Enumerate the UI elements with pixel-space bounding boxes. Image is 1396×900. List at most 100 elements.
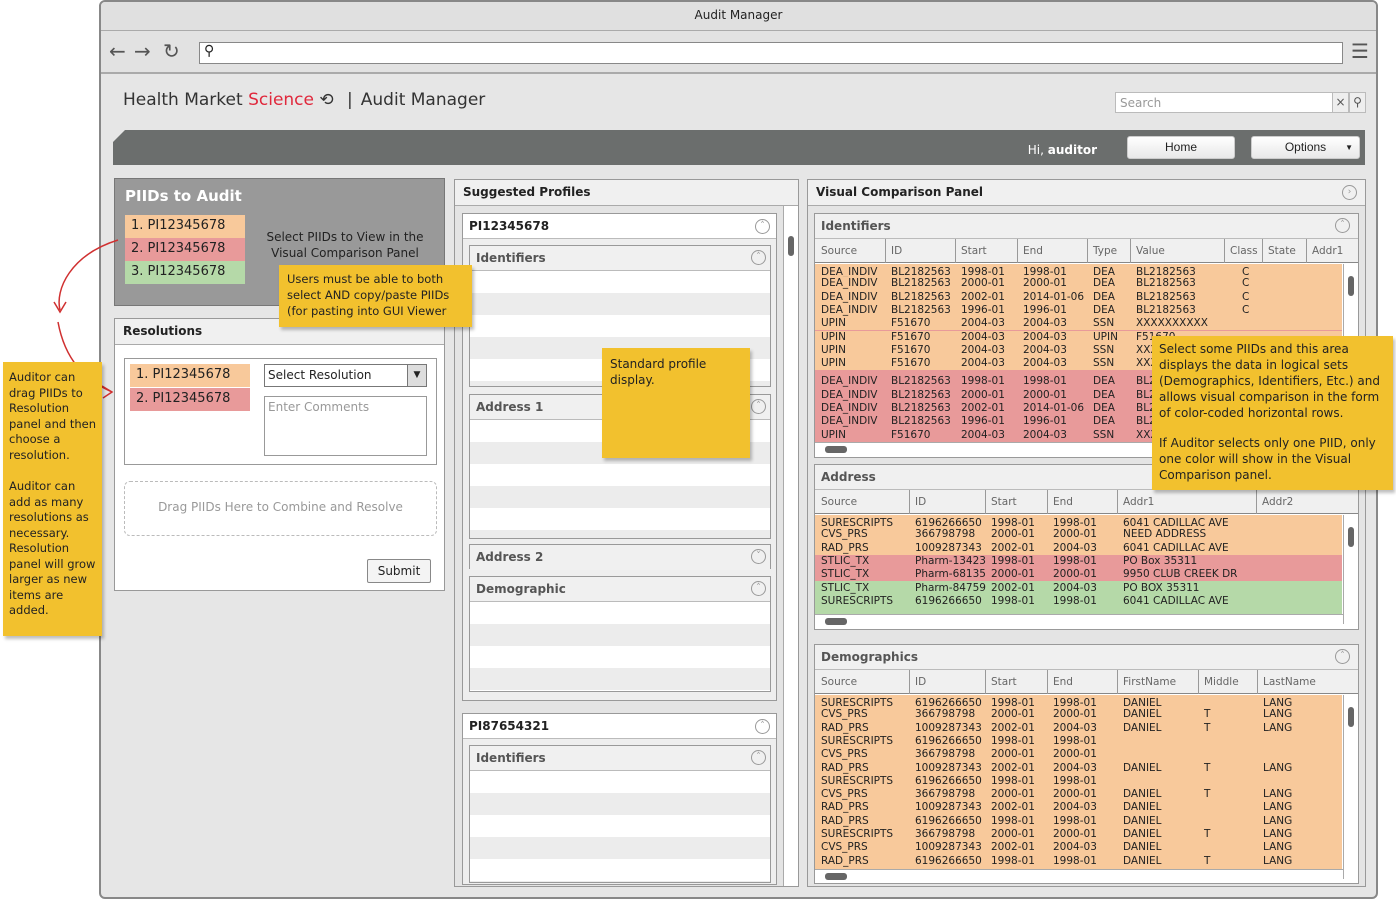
table-row[interactable]: DEA_INDIVBL21825632002-012014-01-06DEABL… [815, 290, 1342, 304]
logo-mark-icon: ⟲ [319, 90, 334, 110]
home-button[interactable]: Home [1127, 136, 1235, 159]
column-header[interactable]: Addr2 [1262, 496, 1293, 508]
column-header[interactable]: Start [961, 245, 987, 257]
piids-title: PIIDs to Audit [125, 187, 242, 205]
vertical-scrollbar[interactable] [783, 206, 798, 886]
table-row[interactable]: CVS_PRS 366798798 2000-01 2000-01 DANIEL T LAN… [815, 708, 1342, 722]
piid-item[interactable]: 3. PI12345678 [125, 261, 245, 284]
table-row[interactable]: CVS_PRS 366798798 2000-01 2000-01 [815, 748, 1342, 762]
browser-toolbar: ← → ↻ ⚲ ☰ [101, 31, 1376, 74]
column-header[interactable]: ID [915, 496, 926, 508]
collapse-icon[interactable]: ˄ [1335, 218, 1350, 233]
table-row[interactable]: SURESCRIPTS 6196266650 1998-01 1998-01 [815, 774, 1342, 789]
submit-button[interactable]: Submit [367, 559, 431, 583]
column-header[interactable]: Addr1 [1123, 496, 1154, 508]
column-header[interactable]: ID [891, 245, 902, 257]
expand-icon: ˅ [751, 549, 766, 564]
suggested-title: Suggested Profiles [455, 180, 798, 206]
column-header[interactable]: Source [821, 496, 857, 508]
greeting: Hi, auditor [1027, 143, 1097, 157]
url-bar[interactable]: ⚲ [199, 42, 1343, 64]
profile-id[interactable]: PI87654321 [463, 714, 776, 739]
column-header[interactable]: LastName [1263, 676, 1316, 688]
table-row[interactable]: STLIC_TX Pharm-13423 1998-01 1998-01 PO Box … [815, 554, 1342, 569]
profile-id[interactable]: PI12345678 [463, 214, 776, 239]
chevron-right-icon[interactable]: › [1342, 185, 1357, 200]
piid-item[interactable]: 1. PI12345678 [125, 215, 245, 238]
column-header[interactable]: End [1053, 496, 1073, 508]
table-row[interactable]: DEA_INDIVBL21825631996-011996-01DEABL218… [815, 303, 1342, 318]
table-row[interactable]: RAD_PRS 6196266650 1998-01 1998-01 DANIEL LAN… [815, 814, 1342, 828]
table-row[interactable]: RAD_PRS 1009287343 2002-01 2004-03 6041 CADI… [815, 541, 1342, 555]
table-row[interactable]: SURESCRIPTS 6196266650 1998-01 1998-01 [815, 734, 1342, 749]
table-body: SURESCRIPTS 6196266650 1998-01 1998-01 DANIE… [815, 695, 1342, 869]
reload-icon[interactable]: ↻ [163, 41, 180, 61]
column-header[interactable]: State [1268, 245, 1296, 257]
table-row[interactable]: RAD_PRS 1009287343 2002-01 2004-03 DANIEL T LA… [815, 761, 1342, 775]
forward-arrow-icon[interactable]: → [134, 41, 151, 61]
column-header[interactable]: Addr1 [1312, 245, 1343, 257]
search-input[interactable]: Search [1115, 92, 1351, 113]
app-logo: Health Market Science ⟲ | Audit Manager [123, 90, 486, 110]
table-row[interactable]: SURESCRIPTS 366798798 2000-01 2000-01 DANIEL… [815, 828, 1342, 842]
collapse-icon: ˄ [751, 250, 766, 265]
app-name: Audit Manager [360, 90, 486, 110]
vertical-scrollbar[interactable] [1343, 515, 1358, 624]
column-header[interactable]: Value [1136, 245, 1165, 257]
table-row[interactable]: RAD_PRS 1009287343 2002-01 2004-03 DANIEL LAN… [815, 801, 1342, 815]
column-header[interactable]: Type [1093, 245, 1117, 257]
column-header[interactable]: End [1053, 676, 1073, 688]
column-header[interactable]: Source [821, 245, 857, 257]
column-header[interactable]: Source [821, 676, 857, 688]
profile-section: Demographic ˄ [469, 576, 771, 692]
table-row[interactable]: CVS_PRS 366798798 2000-01 2000-01 NEED ADDRE… [815, 528, 1342, 542]
horizontal-scrollbar[interactable] [815, 869, 1343, 883]
resolutions-panel: Resolutions 1. PI12345678 2. PI12345678 … [114, 318, 445, 591]
resolution-piid[interactable]: 1. PI12345678 [130, 364, 250, 387]
table-header: Source ID Start End FirstName Middle LastName [815, 670, 1358, 694]
vertical-scrollbar[interactable] [1343, 695, 1358, 879]
demographics-title: Demographics [815, 645, 1358, 670]
options-button[interactable]: Options ▼ [1251, 136, 1360, 159]
column-header[interactable]: Class [1230, 245, 1258, 257]
resolution-select[interactable]: Select Resolution ▼ [264, 364, 427, 387]
menu-icon[interactable]: ☰ [1351, 41, 1369, 61]
table-row[interactable]: STLIC_TX Pharm-68135 2000-01 2000-01 9950 CL… [815, 568, 1342, 582]
profile-section: Identifiers ˄ [469, 745, 771, 883]
sticky-note-drag: Auditor can drag PIIDs to Resolution pan… [3, 362, 102, 636]
column-header[interactable]: Middle [1204, 676, 1239, 688]
table-header: Source ID Start End Type Value Class State Addr1 [815, 239, 1358, 263]
comments-input[interactable]: Enter Comments [264, 396, 427, 456]
back-arrow-icon[interactable]: ← [109, 41, 126, 61]
table-body: SURESCRIPTS 6196266650 1998-01 1998-01 6041 … [815, 515, 1342, 614]
sticky-note-comparison: Select some PIIDs and this area displays… [1152, 336, 1393, 490]
collapse-icon: ˄ [751, 399, 766, 414]
table-row[interactable]: RAD_PRS 1009287343 2002-01 2004-03 DANIEL T LA… [815, 721, 1342, 735]
search-icon: ⚲ [204, 43, 215, 59]
search-icon[interactable]: ⚲ [1349, 92, 1366, 113]
resolution-piid[interactable]: 2. PI12345678 [130, 388, 250, 411]
table-row[interactable]: SURESCRIPTS 6196266650 1998-01 1998-01 6041 … [815, 594, 1342, 609]
column-header[interactable]: Start [991, 496, 1017, 508]
piids-hint: Select PIIDs to View in the Visual Compa… [266, 230, 424, 260]
column-header[interactable]: FirstName [1123, 676, 1176, 688]
collapse-icon[interactable]: ˄ [1335, 649, 1350, 664]
clear-icon[interactable]: × [1332, 92, 1349, 113]
table-row[interactable]: STLIC_TX Pharm-84759 2002-01 2004-03 PO BOX … [815, 581, 1342, 595]
column-header[interactable]: End [1023, 245, 1043, 257]
suggested-profiles-panel: Suggested Profiles PI12345678 ˄ Identifi… [454, 179, 799, 887]
drop-zone[interactable]: Drag PIIDs Here to Combine and Resolve [124, 481, 437, 536]
collapse-icon: ˄ [755, 219, 770, 234]
table-row[interactable]: RAD_PRS 6196266650 1998-01 1998-01 DANIEL T LA… [815, 854, 1342, 868]
horizontal-scrollbar[interactable] [815, 614, 1343, 628]
column-header[interactable]: Start [991, 676, 1017, 688]
table-row[interactable]: DEA_INDIVBL21825632000-012000-01DEABL218… [815, 277, 1342, 291]
table-row[interactable]: CVS_PRS 366798798 2000-01 2000-01 DANIEL T LAN… [815, 788, 1342, 802]
visual-comparison-panel: Visual Comparison Panel › Identifiers ˄ So… [807, 179, 1366, 887]
nav-bar: Hi, auditor Home Options ▼ [113, 130, 1365, 165]
collapse-icon: ˄ [755, 719, 770, 734]
column-header[interactable]: ID [915, 676, 926, 688]
piid-item[interactable]: 2. PI12345678 [125, 238, 245, 261]
table-row[interactable]: CVS_PRS 1009287343 2002-01 2004-03 DANIEL LAN… [815, 841, 1342, 855]
table-row[interactable]: UPINF516702004-032004-03SSNXXXXXXXXXX [815, 317, 1342, 331]
